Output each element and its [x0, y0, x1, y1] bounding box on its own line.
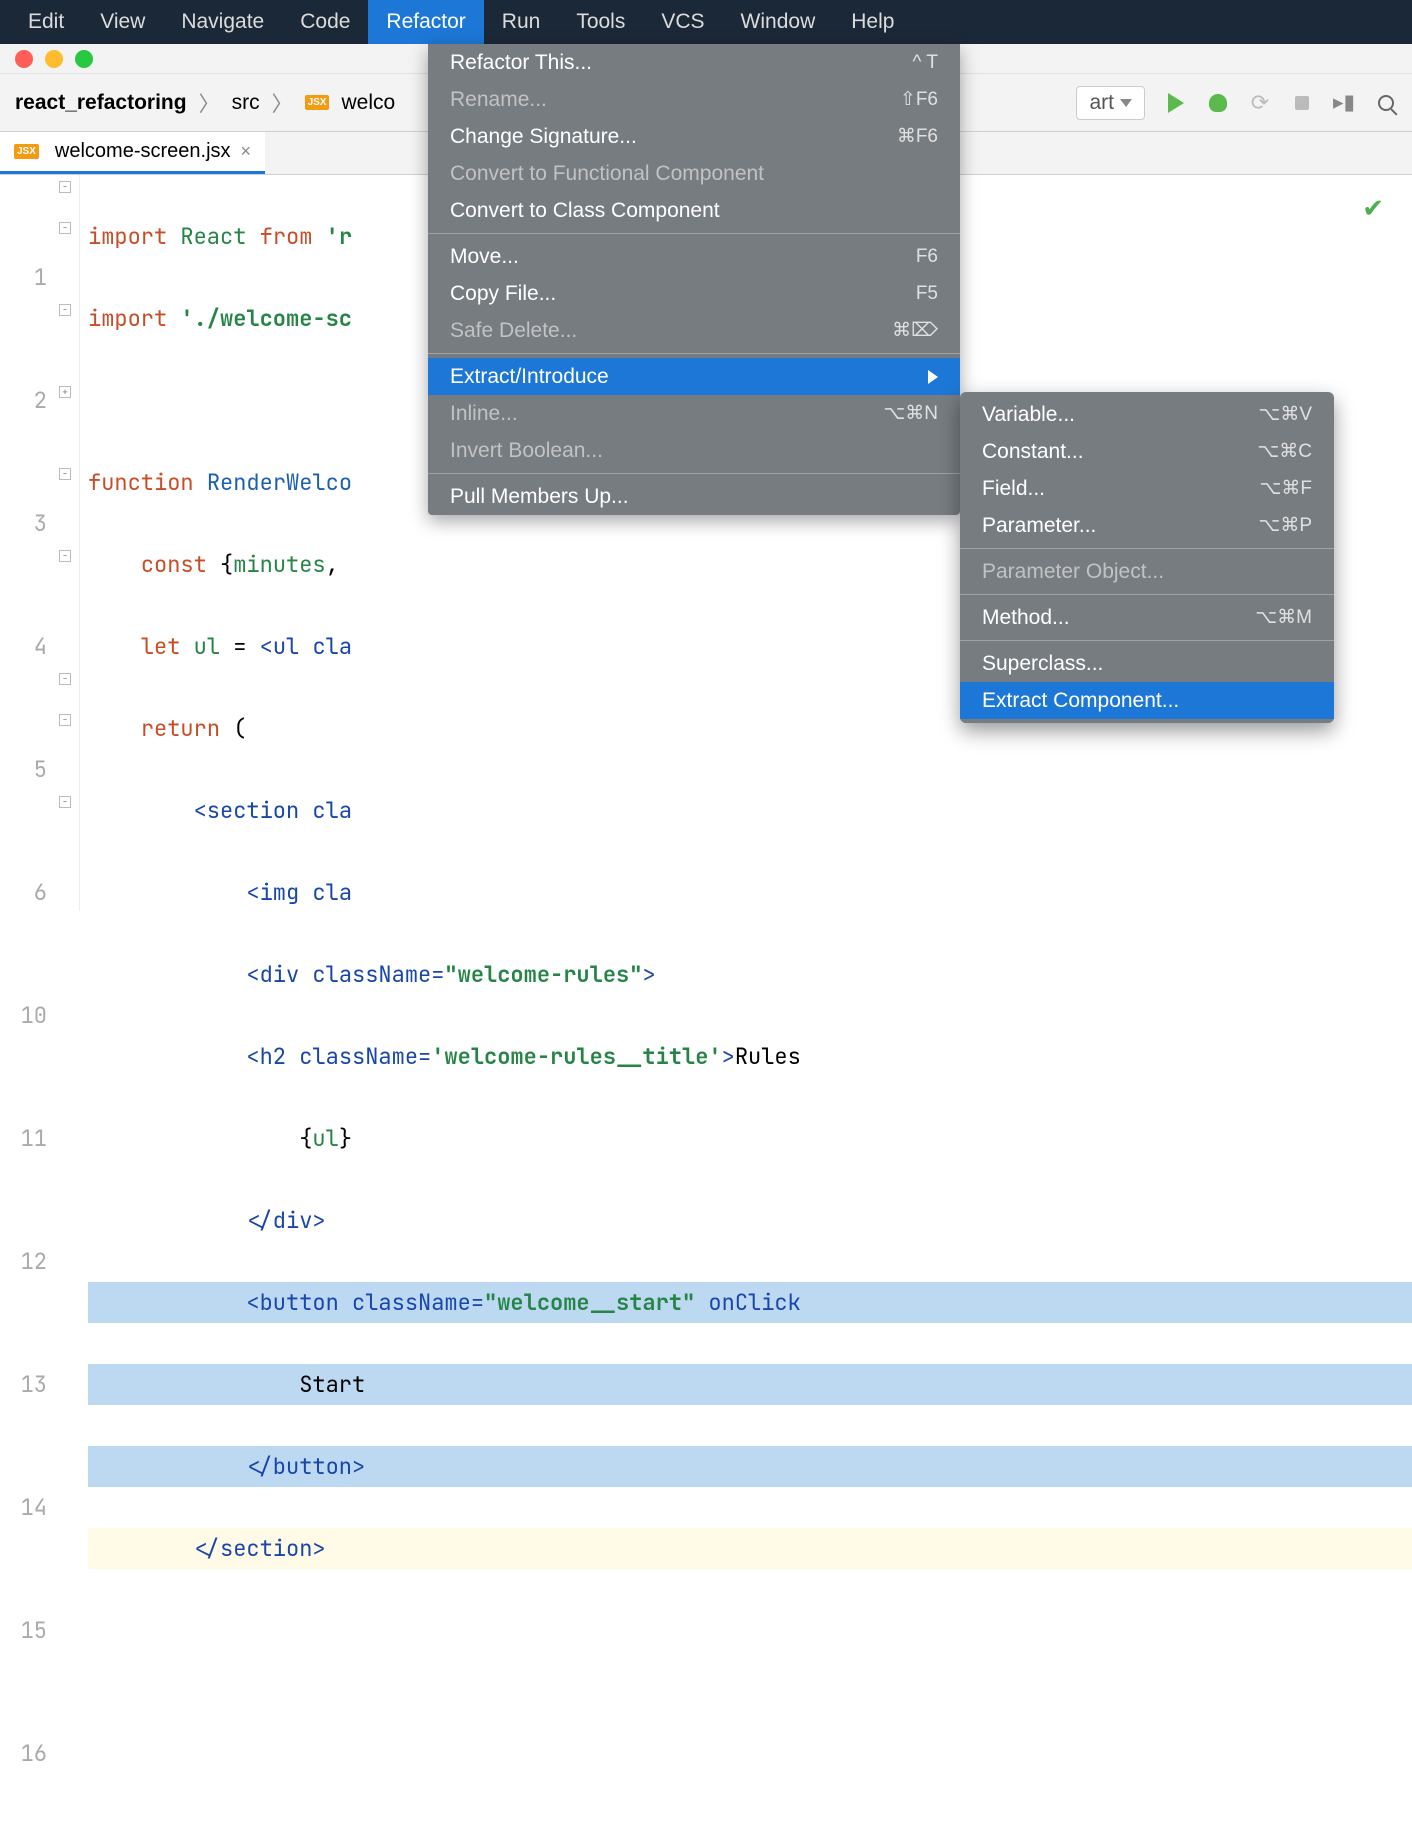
stop-button	[1291, 92, 1313, 114]
close-icon[interactable]	[15, 50, 33, 68]
chevron-right-icon: 〉	[193, 88, 226, 118]
tab-label: welcome-screen.jsx	[55, 140, 231, 163]
jsx-file-icon: JSX	[14, 144, 39, 159]
menu-move[interactable]: Move...F6	[428, 238, 960, 275]
menu-separator	[960, 548, 1334, 549]
menu-tools[interactable]: Tools	[558, 0, 643, 44]
jsx-file-icon: JSX	[305, 95, 330, 110]
fold-icon[interactable]: −	[59, 673, 71, 685]
run-config-selector[interactable]: art	[1076, 86, 1145, 120]
submenu-variable[interactable]: Variable...⌥⌘V	[960, 396, 1334, 433]
menu-separator	[428, 233, 960, 234]
line-gutter: 1 2 3 4 5 6 10 11 12 13 14 15 16 17 18 1…	[0, 175, 55, 911]
menu-convert-functional: Convert to Functional Component	[428, 155, 960, 192]
submenu-method[interactable]: Method...⌥⌘M	[960, 599, 1334, 636]
play-icon	[1168, 93, 1184, 113]
menu-inline: Inline...⌥⌘N	[428, 395, 960, 432]
refactor-menu: Refactor This...^ T Rename...⇧F6 Change …	[428, 44, 960, 515]
search-button[interactable]	[1375, 92, 1397, 114]
breadcrumb-file[interactable]: welco	[341, 91, 395, 115]
fold-icon[interactable]: −	[59, 550, 71, 562]
breadcrumb[interactable]: react_refactoring 〉 src 〉 JSX welco	[15, 88, 395, 118]
chevron-down-icon	[1120, 99, 1132, 107]
chevron-right-icon	[928, 370, 938, 384]
breadcrumb-root[interactable]: react_refactoring	[15, 91, 187, 115]
run-button[interactable]	[1165, 92, 1187, 114]
extract-submenu: Variable...⌥⌘V Constant...⌥⌘C Field...⌥⌘…	[960, 392, 1334, 723]
fold-icon[interactable]: +	[59, 386, 71, 398]
profiler-button[interactable]: ▸▮	[1333, 92, 1355, 114]
menu-convert-class[interactable]: Convert to Class Component	[428, 192, 960, 229]
menu-run[interactable]: Run	[484, 0, 559, 44]
fold-icon[interactable]: −	[59, 468, 71, 480]
menu-invert-boolean: Invert Boolean...	[428, 432, 960, 469]
menu-code[interactable]: Code	[282, 0, 368, 44]
menu-refactor-this[interactable]: Refactor This...^ T	[428, 44, 960, 81]
menu-separator	[960, 594, 1334, 595]
chevron-right-icon: 〉	[266, 88, 299, 118]
fullscreen-icon[interactable]	[75, 50, 93, 68]
menu-copy-file[interactable]: Copy File...F5	[428, 275, 960, 312]
menu-edit[interactable]: Edit	[10, 0, 82, 44]
breadcrumb-src[interactable]: src	[232, 91, 260, 115]
submenu-constant[interactable]: Constant...⌥⌘C	[960, 433, 1334, 470]
fold-icon[interactable]: −	[59, 181, 71, 193]
menu-refactor[interactable]: Refactor	[368, 0, 483, 44]
menu-view[interactable]: View	[82, 0, 163, 44]
menu-separator	[428, 473, 960, 474]
fold-icon[interactable]: −	[59, 222, 71, 234]
submenu-field[interactable]: Field...⌥⌘F	[960, 470, 1334, 507]
debug-button[interactable]	[1207, 92, 1229, 114]
menu-safe-delete: Safe Delete...⌘⌦	[428, 312, 960, 349]
menu-extract-introduce[interactable]: Extract/Introduce	[428, 358, 960, 395]
menu-vcs[interactable]: VCS	[643, 0, 722, 44]
fold-icon[interactable]: −	[59, 714, 71, 726]
menu-separator	[428, 353, 960, 354]
menu-help[interactable]: Help	[833, 0, 912, 44]
fold-icon[interactable]: −	[59, 796, 71, 808]
coverage-button[interactable]: ⟳	[1249, 92, 1271, 114]
menu-change-signature[interactable]: Change Signature...⌘F6	[428, 118, 960, 155]
menu-separator	[960, 640, 1334, 641]
submenu-parameter[interactable]: Parameter...⌥⌘P	[960, 507, 1334, 544]
submenu-extract-component[interactable]: Extract Component...	[960, 682, 1334, 719]
stop-icon	[1295, 96, 1309, 110]
menu-navigate[interactable]: Navigate	[163, 0, 282, 44]
bug-icon	[1209, 94, 1227, 112]
submenu-parameter-object: Parameter Object...	[960, 553, 1334, 590]
search-icon	[1378, 95, 1394, 111]
fold-column[interactable]: − − − + − − − − −	[55, 175, 80, 911]
submenu-superclass[interactable]: Superclass...	[960, 645, 1334, 682]
menu-pull-members-up[interactable]: Pull Members Up...	[428, 478, 960, 515]
run-config-label: art	[1089, 91, 1114, 115]
fold-icon[interactable]: −	[59, 304, 71, 316]
menu-rename: Rename...⇧F6	[428, 81, 960, 118]
minimize-icon[interactable]	[45, 50, 63, 68]
close-tab-icon[interactable]: ×	[241, 141, 252, 162]
menubar: Edit View Navigate Code Refactor Run Too…	[0, 0, 1412, 44]
tab-welcome-screen[interactable]: JSX welcome-screen.jsx ×	[0, 132, 265, 174]
menu-window[interactable]: Window	[723, 0, 834, 44]
